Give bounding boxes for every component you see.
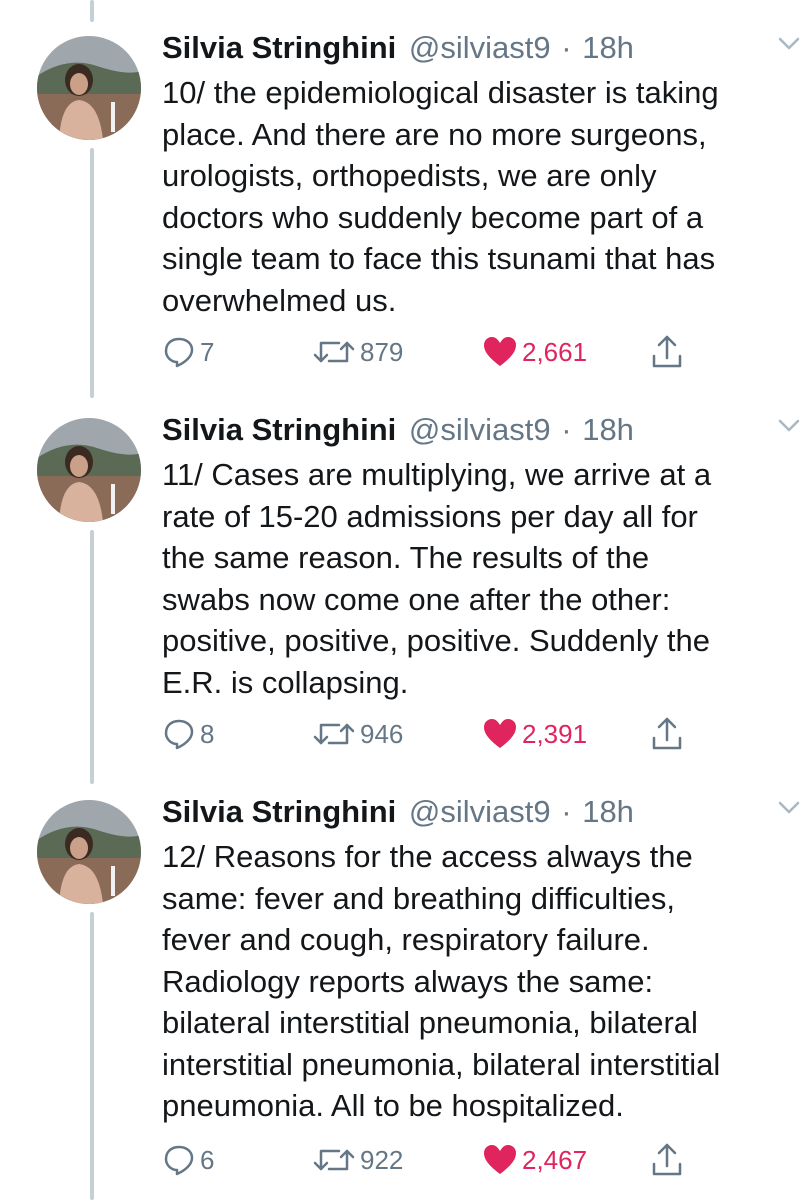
share-icon (650, 334, 684, 370)
like-icon (482, 717, 518, 751)
separator: · (561, 412, 572, 447)
share-button[interactable] (650, 330, 684, 374)
reply-button[interactable]: 6 (162, 1138, 214, 1182)
tweet-text: 12/ Reasons for the access always the sa… (162, 839, 721, 1123)
thread-line-top (90, 0, 94, 22)
tweet-text: 11/ Cases are multiplying, we arrive at … (162, 457, 712, 700)
retweet-count: 922 (360, 1144, 404, 1175)
author-handle[interactable]: @silviast9 (409, 794, 551, 829)
reply-count: 7 (200, 336, 215, 367)
tweet[interactable]: Silvia Stringhini @silviast9 · 18h 11/ C… (0, 406, 802, 806)
reply-icon (162, 717, 196, 751)
like-count: 2,661 (522, 336, 588, 367)
like-icon (482, 1143, 518, 1177)
retweet-button[interactable]: 879 (312, 330, 403, 374)
author-name[interactable]: Silvia Stringhini (162, 30, 396, 65)
like-count: 2,391 (522, 718, 588, 749)
share-icon (650, 1142, 684, 1178)
tweet-text: 10/ the epidemiological disaster is taki… (162, 75, 719, 318)
avatar[interactable] (37, 800, 141, 904)
author-name[interactable]: Silvia Stringhini (162, 412, 396, 447)
chevron-down-icon[interactable] (772, 26, 802, 60)
retweet-count: 879 (360, 336, 404, 367)
like-button[interactable]: 2,391 (482, 712, 587, 756)
tweet-header: Silvia Stringhini @silviast9 · 18h (162, 406, 800, 454)
separator: · (561, 30, 572, 65)
reply-icon (162, 1143, 196, 1177)
action-bar: 8 946 2,391 (162, 712, 782, 756)
retweet-icon (312, 717, 356, 751)
reply-button[interactable]: 7 (162, 330, 214, 374)
like-button[interactable]: 2,661 (482, 330, 587, 374)
author-handle[interactable]: @silviast9 (409, 412, 551, 447)
author-name[interactable]: Silvia Stringhini (162, 794, 396, 829)
retweet-icon (312, 1143, 356, 1177)
timestamp[interactable]: 18h (582, 30, 634, 65)
share-button[interactable] (650, 1138, 684, 1182)
chevron-down-icon[interactable] (772, 408, 802, 442)
retweet-icon (312, 335, 356, 369)
reply-count: 6 (200, 1144, 215, 1175)
tweet-header: Silvia Stringhini @silviast9 · 18h (162, 24, 800, 72)
reply-button[interactable]: 8 (162, 712, 214, 756)
timestamp[interactable]: 18h (582, 794, 634, 829)
share-icon (650, 716, 684, 752)
retweet-button[interactable]: 922 (312, 1138, 403, 1182)
reply-count: 8 (200, 718, 215, 749)
action-bar: 6 922 2,467 (162, 1138, 782, 1182)
retweet-count: 946 (360, 718, 404, 749)
tweet[interactable]: Silvia Stringhini @silviast9 · 18h 12/ R… (0, 788, 802, 1188)
action-bar: 7 879 2,661 (162, 330, 782, 374)
share-button[interactable] (650, 712, 684, 756)
author-handle[interactable]: @silviast9 (409, 30, 551, 65)
chevron-down-icon[interactable] (772, 790, 802, 824)
like-count: 2,467 (522, 1144, 588, 1175)
avatar[interactable] (37, 418, 141, 522)
like-icon (482, 335, 518, 369)
tweet-header: Silvia Stringhini @silviast9 · 18h (162, 788, 800, 836)
like-button[interactable]: 2,467 (482, 1138, 587, 1182)
separator: · (561, 794, 572, 829)
timestamp[interactable]: 18h (582, 412, 634, 447)
tweet[interactable]: Silvia Stringhini @silviast9 · 18h 10/ t… (0, 24, 802, 424)
reply-icon (162, 335, 196, 369)
retweet-button[interactable]: 946 (312, 712, 403, 756)
avatar[interactable] (37, 36, 141, 140)
